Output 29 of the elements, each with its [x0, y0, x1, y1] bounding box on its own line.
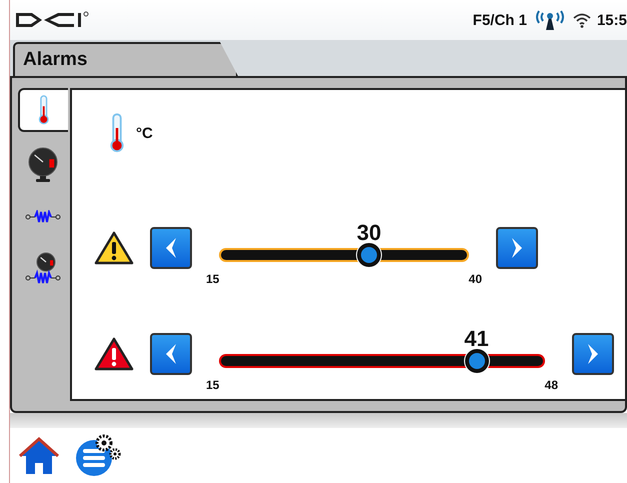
gauge-spring-icon — [25, 252, 61, 286]
thermometer-icon — [37, 95, 51, 125]
increase-button[interactable] — [572, 333, 614, 375]
decrease-button[interactable] — [150, 227, 192, 269]
clock-time: 15:5 — [596, 12, 627, 28]
category-tab[interactable] — [18, 88, 68, 132]
slider-value: 30 — [356, 220, 382, 246]
chevron-left-icon — [164, 343, 178, 365]
home-icon[interactable] — [18, 436, 60, 476]
decrease-button[interactable] — [150, 333, 192, 375]
spring-icon — [25, 210, 61, 224]
max-label: 48 — [544, 378, 558, 392]
gauge-icon — [26, 147, 60, 183]
increase-button[interactable] — [496, 227, 538, 269]
chevron-right-icon — [586, 343, 600, 365]
chevron-right-icon — [510, 237, 524, 259]
chevron-left-icon — [164, 237, 178, 259]
max-label: 40 — [468, 272, 482, 286]
wifi-icon — [572, 12, 591, 28]
slider-thumb[interactable] — [357, 243, 381, 267]
min-label: 15 — [206, 272, 220, 286]
settings-menu-icon[interactable] — [74, 434, 122, 478]
slider-value: 41 — [464, 326, 489, 352]
alarms-tab[interactable]: Alarms — [13, 42, 238, 76]
unit-label: °C — [136, 124, 153, 142]
channel-label: F5/Ch 1 — [472, 12, 527, 28]
min-label: 15 — [206, 378, 220, 392]
thermometer-icon — [108, 113, 126, 153]
slider-thumb[interactable] — [464, 349, 489, 373]
